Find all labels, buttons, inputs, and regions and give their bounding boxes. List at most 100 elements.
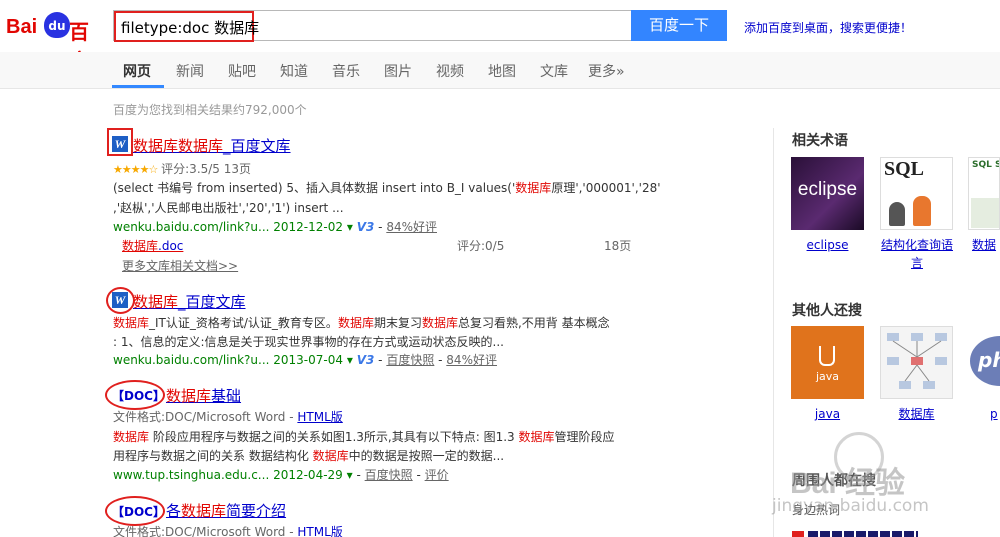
eclipse-thumb-text: eclipse <box>797 179 858 200</box>
sql-book-thumbnail[interactable]: SQL <box>880 157 953 230</box>
related-data-link[interactable]: 数据 <box>972 236 1000 254</box>
result-1-url-line: wenku.baidu.com/link?u... 2012-12-02 ▾ V… <box>113 220 437 234</box>
php-thumbnail[interactable]: ph <box>968 326 1000 399</box>
database-diagram-thumbnail[interactable] <box>880 326 953 399</box>
java-cup-icon <box>819 346 835 366</box>
snippet-text: 中的数据是按照一定的数据... <box>348 449 505 463</box>
baidu-logo[interactable]: Bai du 百度 <box>6 6 106 73</box>
more-docs-link[interactable]: 更多文库相关文档>> <box>122 257 238 275</box>
tab-images[interactable]: 图片 <box>384 61 412 81</box>
result-4-title[interactable]: 各数据库简要介绍 <box>166 500 286 521</box>
tab-video[interactable]: 视频 <box>436 61 464 81</box>
tab-web[interactable]: 网页 <box>123 61 151 81</box>
watermark-url: jingyan.baidu.com <box>772 496 929 516</box>
snippet-text: 期末复习 <box>373 316 422 330</box>
book-cover-icon <box>971 198 999 228</box>
result-3-snippet-2: 用程序与数据之间的关系 数据结构化 数据库中的数据是按照一定的数据... <box>113 447 504 465</box>
result-1-sub-score: 评分:0/5 <box>457 239 505 253</box>
result-1-sub-pages: 18页 <box>604 239 632 253</box>
tab-news[interactable]: 新闻 <box>176 61 204 81</box>
sql-thumb-text: SQL <box>884 158 925 180</box>
result-2-good-rating[interactable]: 84%好评 <box>446 353 497 367</box>
result-1-title-em: 数据库数据库 <box>133 137 224 155</box>
result-1-snippet-1: (select 书编号 from inserted) 5、插入具体数据 inse… <box>113 179 661 197</box>
related-sql-link[interactable]: 结构化查询语言 <box>878 236 956 272</box>
snippet-text: 阶段应用程序与数据之间的关系如图1.3所示,其具有以下特点: 图1.3 <box>149 430 519 444</box>
result-2-snapshot[interactable]: 百度快照 <box>386 353 434 367</box>
result-1-url[interactable]: wenku.baidu.com/link?u... 2012-12-02 <box>113 220 343 234</box>
nav-bar: 网页 新闻 贴吧 知道 音乐 图片 视频 地图 文库 更多» <box>0 52 1000 89</box>
tab-more[interactable]: 更多» <box>588 61 625 81</box>
others-p-link[interactable]: p <box>990 405 1000 423</box>
search-input[interactable]: filetype:doc 数据库 <box>113 10 632 42</box>
dropdown-arrow-icon[interactable]: ▾ <box>347 353 353 367</box>
snippet-highlight: 数据库 <box>421 316 458 330</box>
logo-text-bai: Bai <box>6 16 38 38</box>
tab-zhidao[interactable]: 知道 <box>280 61 308 81</box>
result-4-title-pre: 各 <box>166 502 182 520</box>
search-query-text[interactable]: filetype:doc 数据库 <box>114 11 259 42</box>
result-2-title-rest: _百度文库 <box>178 293 246 311</box>
tab-map[interactable]: 地图 <box>488 61 516 81</box>
format-label: 文件格式:DOC/Microsoft Word - <box>113 525 298 537</box>
result-1-sub-doc-link[interactable]: 数据库.doc <box>122 237 183 255</box>
result-3-snippet-1: 数据库 阶段应用程序与数据之间的关系如图1.3所示,其具有以下特点: 图1.3 … <box>113 428 615 446</box>
others-java-link[interactable]: java <box>791 405 864 423</box>
tab-music[interactable]: 音乐 <box>332 61 360 81</box>
eclipse-thumbnail[interactable]: eclipse <box>791 157 864 230</box>
v3-badge[interactable]: V3 <box>357 220 375 234</box>
html-version-link[interactable]: HTML版 <box>297 410 342 424</box>
result-2-title[interactable]: 数据库_百度文库 <box>133 291 246 312</box>
sub-doc-rest: .doc <box>158 239 184 253</box>
snippet-highlight: 数据库 <box>312 449 349 463</box>
tab-tieba[interactable]: 贴吧 <box>228 61 256 81</box>
snippet-highlight: 数据库 <box>113 430 150 444</box>
paw-icon: du <box>44 12 70 38</box>
result-2-url[interactable]: wenku.baidu.com/link?u... 2013-07-04 <box>113 353 343 367</box>
snippet-highlight: 数据库 <box>518 430 555 444</box>
result-4-title-rest: 简要介绍 <box>226 502 287 520</box>
result-1-snippet-2: ,'赵枞','人民邮电出版社','20','1') insert ... <box>113 201 344 215</box>
result-2-snippet-1: 数据库_IT认证_资格考试/认证_教育专区。数据库期末复习数据库总复习看熟,不用… <box>113 314 610 332</box>
snippet-highlight: 数据库 <box>337 316 374 330</box>
snippet-text: _IT认证_资格考试/认证_教育专区。 <box>149 316 338 330</box>
result-2-title-em: 数据库 <box>133 293 179 311</box>
snippet-text: (select 书编号 from inserted) 5、插入具体数据 inse… <box>113 181 516 195</box>
result-3-snapshot[interactable]: 百度快照 <box>365 468 413 482</box>
dropdown-arrow-icon[interactable]: ▾ <box>347 220 353 234</box>
related-eclipse-link[interactable]: eclipse <box>791 236 864 254</box>
snippet-text: 总复习看熟,不用背 基本概念 <box>457 316 610 330</box>
sqlserver-thumb-text: SQL Se <box>972 160 999 170</box>
v3-badge[interactable]: V3 <box>357 353 375 367</box>
result-count: 百度为您找到相关结果约792,000个 <box>113 103 307 117</box>
php-thumb-text: ph <box>978 348 1000 372</box>
result-3-title[interactable]: 数据库基础 <box>166 385 241 406</box>
result-1-title[interactable]: 数据库数据库_百度文库 <box>133 135 291 156</box>
html-version-link[interactable]: HTML版 <box>297 525 342 537</box>
result-3-title-em: 数据库 <box>166 387 212 405</box>
database-diagram-icon <box>887 333 947 389</box>
logo-text-du: du <box>48 19 66 33</box>
sqlserver-book-thumbnail[interactable]: SQL Se <box>968 157 1000 230</box>
others-database-link[interactable]: 数据库 <box>880 405 953 423</box>
add-to-desktop-link[interactable]: 添加百度到桌面，搜索更便捷！ <box>744 19 912 36</box>
result-3-url-line: www.tup.tsinghua.edu.c... 2012-04-29 ▾ -… <box>113 468 449 482</box>
snippet-highlight: 数据库 <box>113 316 150 330</box>
related-terms-heading: 相关术语 <box>792 133 848 149</box>
dropdown-arrow-icon[interactable]: ▾ <box>347 468 353 482</box>
snippet-text: 用程序与数据之间的关系 数据结构化 <box>113 449 313 463</box>
sub-doc-em: 数据库 <box>122 239 159 253</box>
result-1-title-rest: _百度文库 <box>223 137 291 155</box>
result-3-review[interactable]: 评价 <box>425 468 449 482</box>
tab-wenku[interactable]: 文库 <box>540 61 568 81</box>
baidu-jingyan-watermark: Bai 经验 jingyan.baidu.com <box>752 430 1000 537</box>
result-4-title-em: 数据库 <box>181 502 227 520</box>
result-3-url[interactable]: www.tup.tsinghua.edu.c... 2012-04-29 <box>113 468 343 482</box>
word-doc-icon: W <box>112 136 128 152</box>
java-thumbnail[interactable]: java <box>791 326 864 399</box>
book-figure-icon <box>889 202 905 226</box>
book-figure-icon <box>913 196 931 226</box>
format-label: 文件格式:DOC/Microsoft Word - <box>113 410 298 424</box>
result-1-good-rating[interactable]: 84%好评 <box>386 220 437 234</box>
search-button[interactable]: 百度一下 <box>631 10 727 41</box>
